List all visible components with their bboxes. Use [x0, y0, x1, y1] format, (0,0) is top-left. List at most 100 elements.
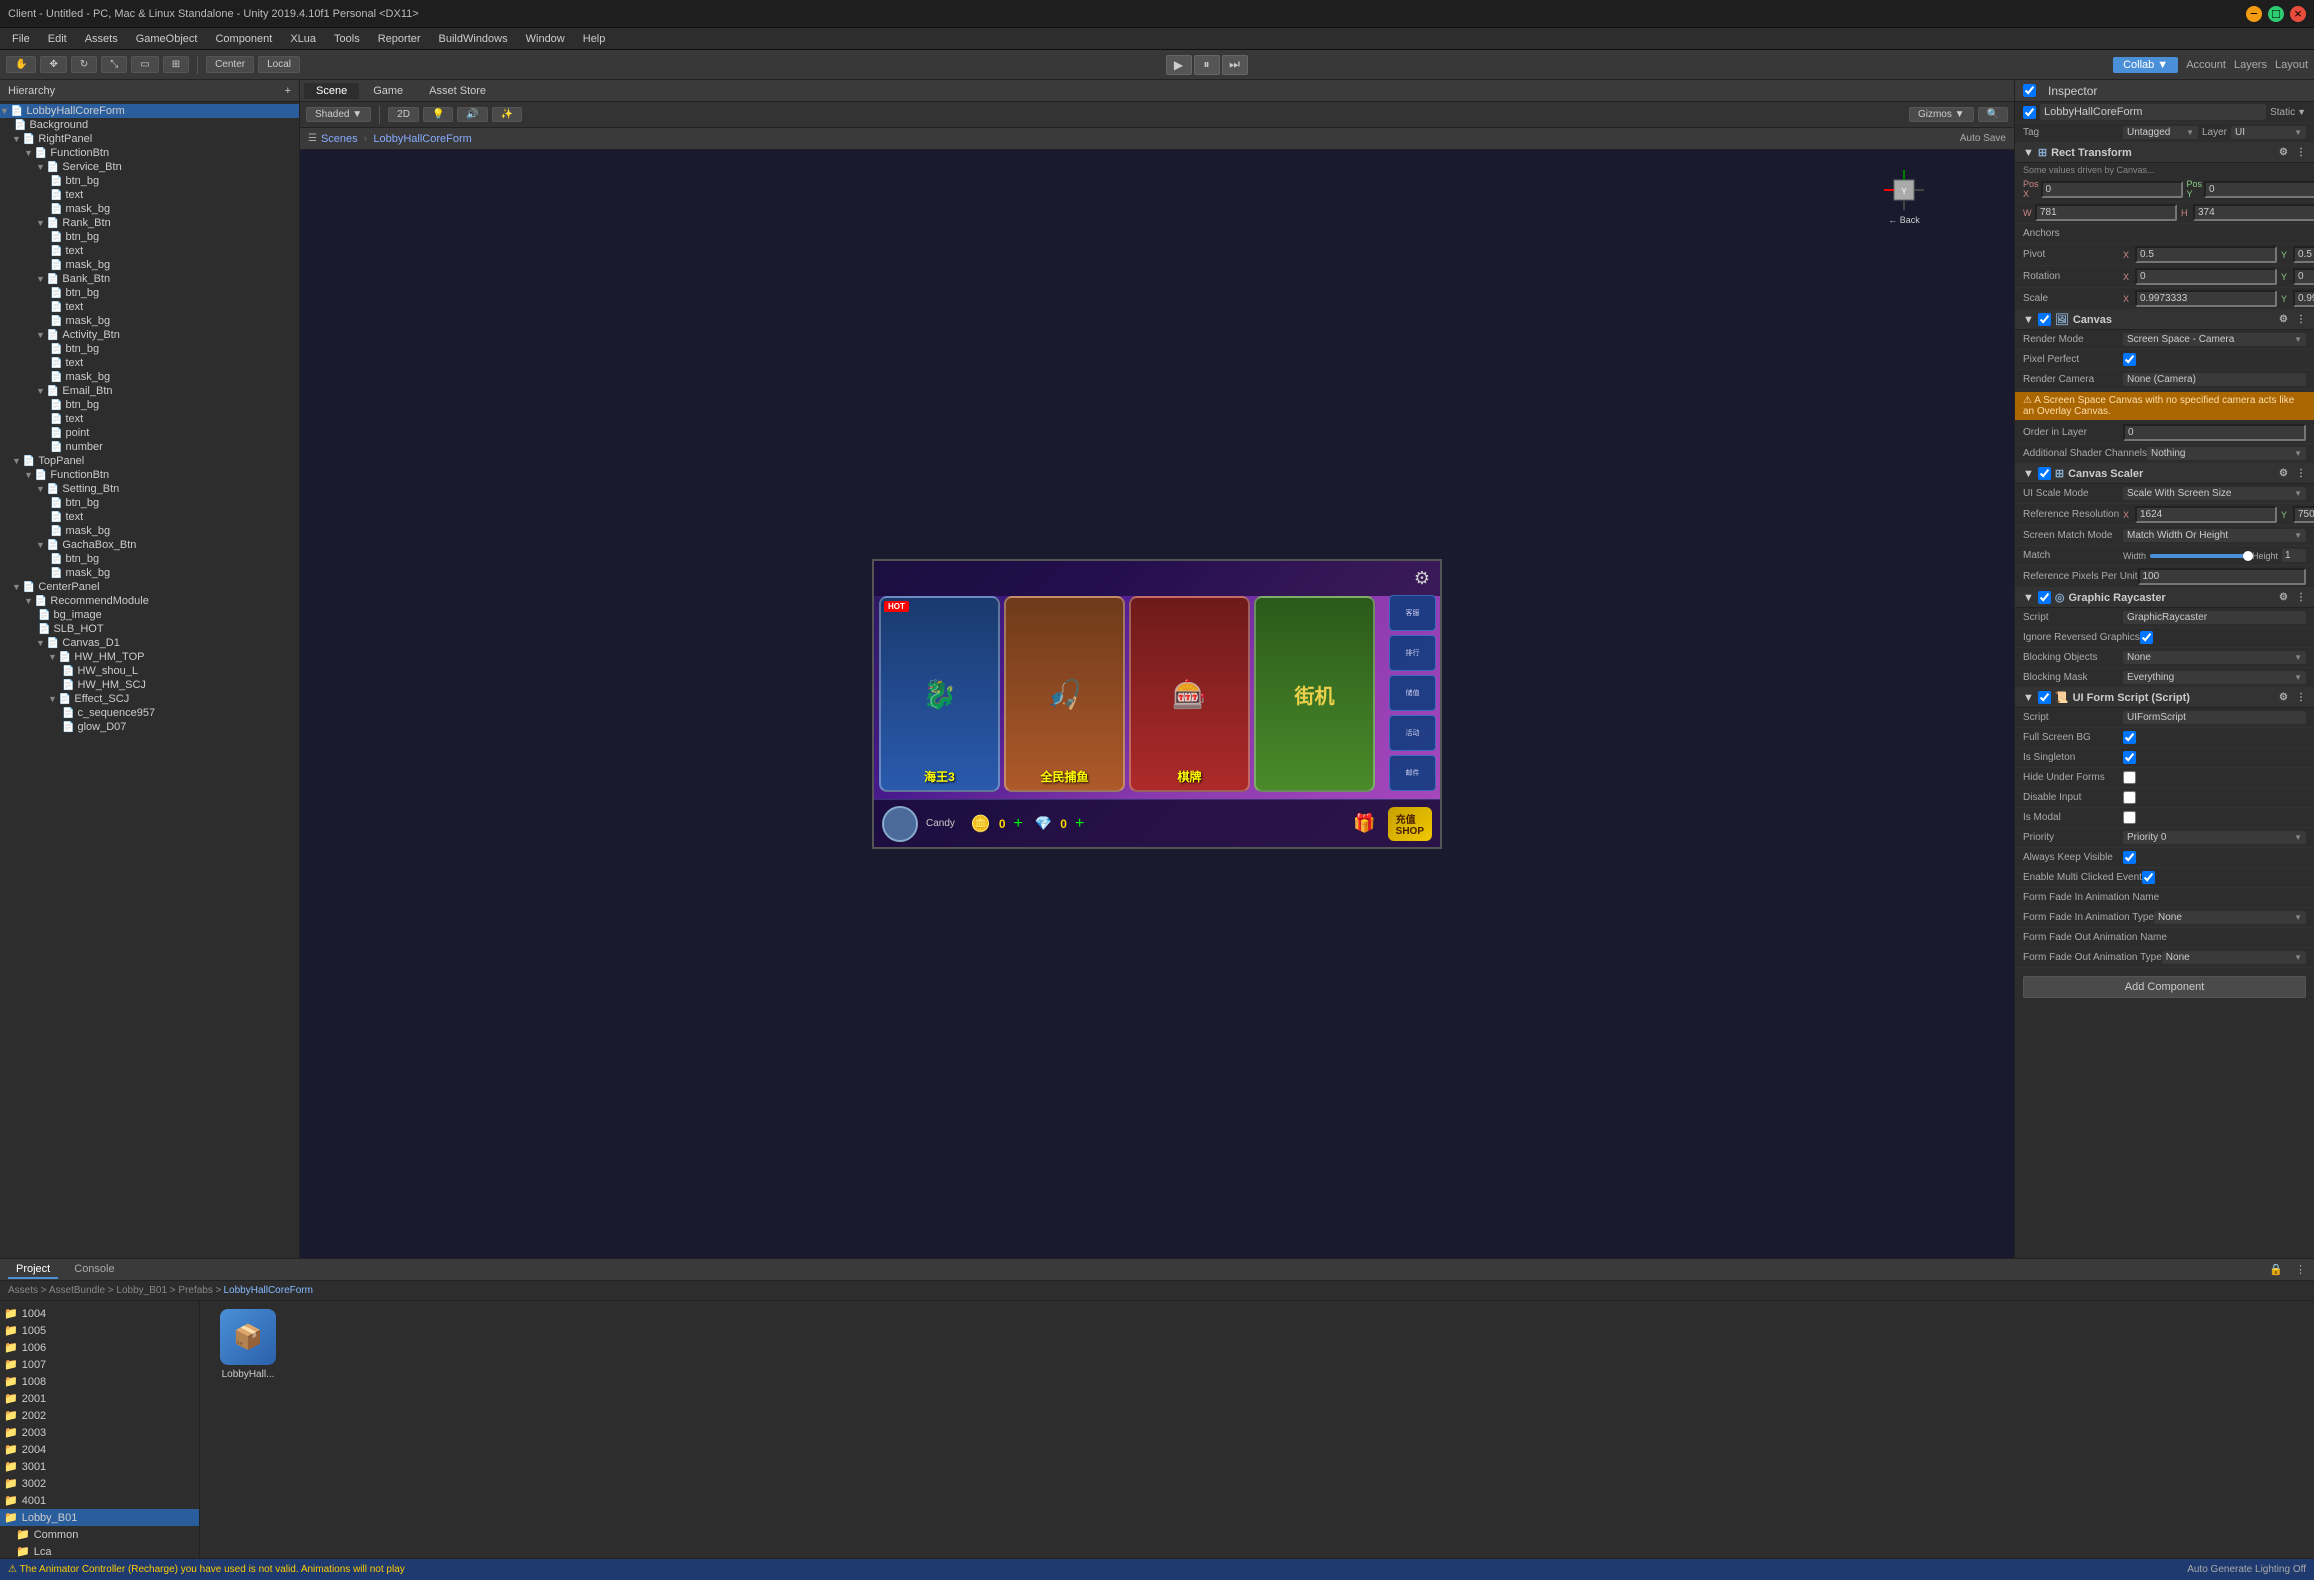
tree-item[interactable]: 📄 glow_D07: [0, 720, 299, 734]
form-options[interactable]: ⚙: [2279, 692, 2288, 703]
match-thumb[interactable]: [2243, 551, 2253, 561]
sidebar-rank[interactable]: 排行: [1389, 635, 1436, 671]
project-tree-item[interactable]: 📁 3002: [0, 1475, 199, 1492]
canvas-more[interactable]: ⋮: [2296, 314, 2306, 325]
toolbar-rect[interactable]: ▭: [131, 56, 158, 73]
blocking-mask-dropdown[interactable]: Everything ▼: [2123, 671, 2306, 684]
scale-x-input[interactable]: [2135, 290, 2277, 307]
graphic-raycaster-section[interactable]: ▼ ◎ Graphic Raycaster ⚙ ⋮: [2015, 588, 2314, 608]
form-more[interactable]: ⋮: [2296, 692, 2306, 703]
project-tree-item[interactable]: 📁 2004: [0, 1441, 199, 1458]
minimize-button[interactable]: −: [2246, 6, 2262, 22]
breadcrumb-form[interactable]: LobbyHallCoreForm: [373, 133, 471, 145]
tree-item[interactable]: ▼ 📄 CenterPanel: [0, 580, 299, 594]
menu-file[interactable]: File: [4, 31, 38, 47]
active-toggle[interactable]: [2023, 84, 2036, 97]
scene-view[interactable]: Y ← Back ⚙: [300, 150, 2014, 1258]
tree-item[interactable]: ▼ 📄 Rank_Btn: [0, 216, 299, 230]
ref-pixels-input[interactable]: [2138, 568, 2307, 585]
screen-match-dropdown[interactable]: Match Width Or Height ▼: [2123, 529, 2306, 542]
layers-label[interactable]: Layers: [2234, 59, 2267, 71]
breadcrumb-scenes[interactable]: Scenes: [321, 133, 358, 145]
pivot-x-input[interactable]: [2135, 246, 2277, 263]
sidebar-service[interactable]: 客服: [1389, 595, 1436, 631]
tab-scene[interactable]: Scene: [304, 83, 359, 99]
project-tree-item[interactable]: 📁 1007: [0, 1356, 199, 1373]
disable-input-checkbox[interactable]: [2123, 791, 2136, 804]
game-card-jieji[interactable]: 街机: [1254, 596, 1375, 792]
play-button[interactable]: ▶: [1166, 55, 1192, 75]
account-label[interactable]: Account: [2186, 59, 2226, 71]
toolbar-rotate[interactable]: ↻: [71, 56, 97, 73]
is-modal-checkbox[interactable]: [2123, 811, 2136, 824]
shop-button[interactable]: 充值SHOP: [1388, 807, 1432, 841]
game-card-jipai[interactable]: 🎰 棋牌: [1129, 596, 1250, 792]
scale-y-input[interactable]: [2293, 290, 2314, 307]
add-coins-button[interactable]: +: [1014, 815, 1023, 833]
tree-item[interactable]: ▼ 📄 RecommendModule: [0, 594, 299, 608]
sidebar-activity[interactable]: 活动: [1389, 715, 1436, 751]
ref-y-input[interactable]: [2293, 506, 2314, 523]
tree-item[interactable]: ▼ 📄 RightPanel: [0, 132, 299, 146]
hierarchy-add[interactable]: +: [285, 85, 291, 97]
project-tree-item[interactable]: 📁 2001: [0, 1390, 199, 1407]
space-toggle[interactable]: Local: [258, 56, 300, 73]
canvas-options[interactable]: ⚙: [2279, 314, 2288, 325]
tree-item[interactable]: 📄 bg_image: [0, 608, 299, 622]
tab-project[interactable]: Project: [8, 1261, 58, 1279]
add-diamonds-button[interactable]: +: [1075, 815, 1084, 833]
tree-item[interactable]: ▼ 📄 Effect_SCJ: [0, 692, 299, 706]
object-active-checkbox[interactable]: [2023, 106, 2036, 119]
tree-item[interactable]: ▼ 📄 Bank_Btn: [0, 272, 299, 286]
render-camera-value[interactable]: None (Camera): [2123, 373, 2306, 386]
layer-dropdown[interactable]: UI ▼: [2231, 126, 2306, 139]
tree-item[interactable]: 📄 btn_bg: [0, 552, 299, 566]
sidebar-email[interactable]: 邮件: [1389, 755, 1436, 791]
tree-item[interactable]: 📄 mask_bg: [0, 370, 299, 384]
raycaster-active[interactable]: [2038, 591, 2051, 604]
maximize-button[interactable]: □: [2268, 6, 2284, 22]
scaler-options[interactable]: ⚙: [2279, 468, 2288, 479]
pivot-y-input[interactable]: [2293, 246, 2314, 263]
shaded-dropdown[interactable]: Shaded ▼: [306, 107, 371, 122]
toolbar-move[interactable]: ✥: [40, 56, 66, 73]
lights-toggle[interactable]: 💡: [423, 107, 453, 122]
match-slider[interactable]: Width Height: [2123, 549, 2306, 562]
multi-click-checkbox[interactable]: [2142, 871, 2155, 884]
menu-edit[interactable]: Edit: [40, 31, 75, 47]
tree-item[interactable]: 📄 text: [0, 412, 299, 426]
tree-item[interactable]: ▼ 📄 GachaBox_Btn: [0, 538, 299, 552]
canvas-scaler-section[interactable]: ▼ ⊞ Canvas Scaler ⚙ ⋮: [2015, 464, 2314, 484]
project-tree-item[interactable]: 📁 4001: [0, 1492, 199, 1509]
tree-item[interactable]: 📄 point: [0, 426, 299, 440]
menu-reporter[interactable]: Reporter: [370, 31, 429, 47]
ui-form-script-section[interactable]: ▼ 📜 UI Form Script (Script) ⚙ ⋮: [2015, 688, 2314, 708]
tree-item[interactable]: 📄 btn_bg: [0, 496, 299, 510]
breadcrumb-current[interactable]: LobbyHallCoreForm: [223, 1285, 312, 1296]
tree-item[interactable]: 📄 text: [0, 510, 299, 524]
tree-item[interactable]: ▼ 📄 LobbyHallCoreForm: [0, 104, 299, 118]
rect-more[interactable]: ⋮: [2296, 147, 2306, 158]
ui-scale-dropdown[interactable]: Scale With Screen Size ▼: [2123, 487, 2306, 500]
fade-out-type-dropdown[interactable]: None ▼: [2162, 951, 2306, 964]
layout-label[interactable]: Layout: [2275, 59, 2308, 71]
rot-y-input[interactable]: [2293, 268, 2314, 285]
always-visible-checkbox[interactable]: [2123, 851, 2136, 864]
audio-toggle[interactable]: 🔊: [457, 107, 487, 122]
toolbar-transform[interactable]: ⊞: [163, 56, 189, 73]
2d-toggle[interactable]: 2D: [388, 107, 419, 122]
canvas-section[interactable]: ▼ 🖼 Canvas ⚙ ⋮: [2015, 310, 2314, 330]
tree-item[interactable]: 📄 text: [0, 356, 299, 370]
tree-item[interactable]: 📄 mask_bg: [0, 314, 299, 328]
game-card-haiwang[interactable]: HOT 🐉 海王3: [879, 596, 1000, 792]
canvas-active[interactable]: [2038, 313, 2051, 326]
tree-item[interactable]: 📄 HW_shou_L: [0, 664, 299, 678]
gizmos-dropdown[interactable]: Gizmos ▼: [1909, 107, 1974, 122]
tree-item[interactable]: ▼ 📄 Email_Btn: [0, 384, 299, 398]
tree-item[interactable]: ▼ 📄 FunctionBtn: [0, 468, 299, 482]
rot-x-input[interactable]: [2135, 268, 2277, 285]
singleton-checkbox[interactable]: [2123, 751, 2136, 764]
game-card-buyu[interactable]: 🎣 全民捕鱼: [1004, 596, 1125, 792]
toolbar-hand[interactable]: ✋: [6, 56, 36, 73]
ignore-reversed-checkbox[interactable]: [2140, 631, 2153, 644]
